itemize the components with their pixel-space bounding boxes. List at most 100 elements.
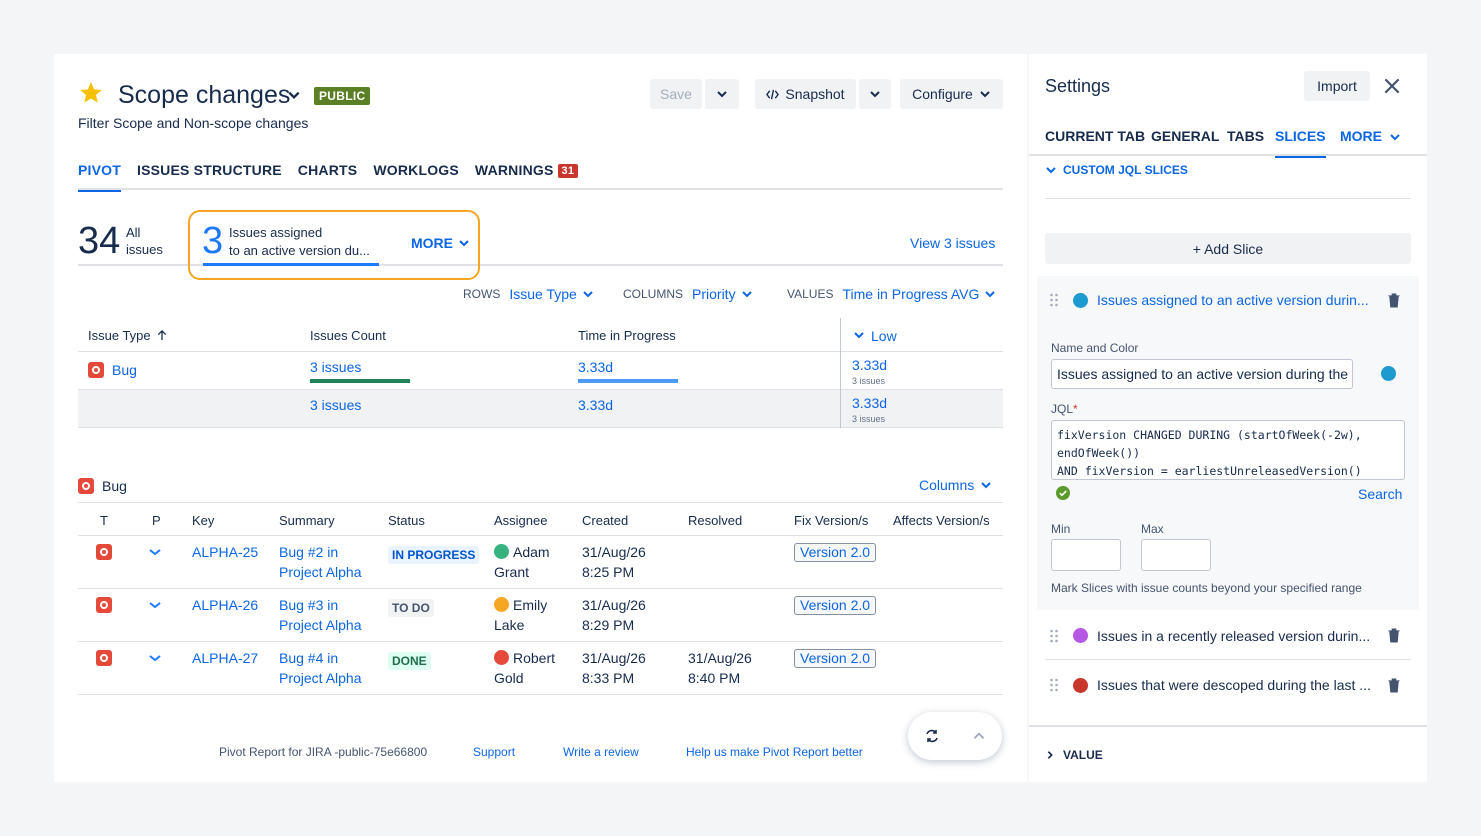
trash-icon[interactable] <box>1387 292 1401 308</box>
tab-warnings[interactable]: WARNINGS 31 <box>474 162 579 190</box>
chevron-up-icon[interactable] <box>972 729 986 743</box>
min-input[interactable] <box>1051 539 1121 571</box>
slice-item-2[interactable]: Issues in a recently released version du… <box>1045 612 1411 660</box>
pivot-time-link[interactable]: 3.33d <box>578 359 613 375</box>
values-selector[interactable]: VALUES Time in Progress AVG <box>787 286 996 302</box>
values-label: VALUES <box>787 287 834 301</box>
slice-item-3[interactable]: Issues that were descoped during the las… <box>1045 661 1411 709</box>
all-issues-count[interactable]: 34 <box>78 220 120 263</box>
fix-version-tag[interactable]: Version 2.0 <box>794 649 877 668</box>
snapshot-button[interactable]: Snapshot <box>755 79 856 109</box>
issue-key-link[interactable]: ALPHA-27 <box>192 648 258 668</box>
slice-name: Issues that were descoped during the las… <box>1097 677 1371 693</box>
all-label-line2: issues <box>126 242 163 257</box>
slice-name-input[interactable]: Issues assigned to an active version dur… <box>1051 359 1353 389</box>
chevron-down-icon[interactable] <box>287 88 301 102</box>
custom-jql-slices-toggle[interactable]: CUSTOM JQL SLICES <box>1045 163 1188 177</box>
snapshot-dropdown-button[interactable] <box>859 79 891 109</box>
issue-row[interactable]: ALPHA-25 Bug #2 in Project Alpha IN PROGRES… <box>78 536 1003 589</box>
avatar <box>494 597 509 612</box>
status-badge: TO DO <box>388 599 434 617</box>
close-icon[interactable] <box>1381 75 1403 97</box>
created-cell: 31/Aug/26 8:25 PM <box>582 542 646 582</box>
slice-issues-label[interactable]: Issues assigned to an active version du.… <box>229 224 379 260</box>
time-bar-track <box>578 379 678 383</box>
pivot-low-cell[interactable]: 3.33d 3 issues <box>852 358 887 388</box>
trash-icon[interactable] <box>1387 628 1401 643</box>
assignee-cell: Adam Grant <box>494 542 550 582</box>
tab-warnings-label: WARNINGS <box>474 162 554 178</box>
total-low-sub: 3 issues <box>852 414 886 424</box>
jql-textarea[interactable]: fixVersion CHANGED DURING (startOfWeek(-… <box>1051 420 1405 480</box>
slice-color-picker[interactable] <box>1381 366 1396 381</box>
col-created[interactable]: Created <box>582 513 628 528</box>
slice-name: Issues assigned to an active version dur… <box>1097 292 1369 308</box>
total-time-link[interactable]: 3.33d <box>578 397 613 413</box>
view-issues-link[interactable]: View 3 issues <box>910 235 995 251</box>
footer-support-link[interactable]: Support <box>473 745 515 759</box>
jql-search-link[interactable]: Search <box>1358 486 1402 502</box>
col-key[interactable]: Key <box>192 513 214 528</box>
avatar <box>494 544 509 559</box>
value-section-toggle[interactable]: VALUE <box>1045 748 1103 762</box>
refresh-icon[interactable] <box>924 728 940 744</box>
footer-feedback-link[interactable]: Help us make Pivot Report better <box>686 745 863 759</box>
tab-tabs[interactable]: TABS <box>1227 128 1264 156</box>
fix-version-tag[interactable]: Version 2.0 <box>794 596 877 615</box>
slice-item-1[interactable]: Issues assigned to an active version dur… <box>1049 276 1411 324</box>
columns-button[interactable]: Columns <box>919 477 992 493</box>
total-low-cell[interactable]: 3.33d 3 issues <box>852 396 887 426</box>
values-value: Time in Progress AVG <box>842 286 980 302</box>
issue-row[interactable]: ALPHA-27 Bug #4 in Project Alpha DONE Robert… <box>78 642 1003 695</box>
issue-summary-link[interactable]: Bug #3 in Project Alpha <box>279 595 362 635</box>
issue-key-link[interactable]: ALPHA-25 <box>192 542 258 562</box>
issue-row[interactable]: ALPHA-26 Bug #3 in Project Alpha TO DO Emily… <box>78 589 1003 642</box>
chevron-down-icon <box>981 482 991 489</box>
drag-handle-icon[interactable] <box>1049 629 1059 643</box>
drag-handle-icon[interactable] <box>1049 293 1059 307</box>
columns-label: Columns <box>919 477 975 493</box>
trash-icon[interactable] <box>1387 677 1401 693</box>
more-slices-button[interactable]: MORE <box>411 235 470 251</box>
tab-issues-structure[interactable]: ISSUES STRUCTURE <box>137 162 282 190</box>
issue-key-link[interactable]: ALPHA-26 <box>192 595 258 615</box>
tab-general[interactable]: GENERAL <box>1151 128 1219 156</box>
rows-label: ROWS <box>463 287 501 301</box>
tab-pivot[interactable]: PIVOT <box>78 162 122 192</box>
save-button[interactable]: Save <box>650 79 702 109</box>
pivot-count-link[interactable]: 3 issues <box>310 359 361 375</box>
star-icon[interactable] <box>78 80 104 106</box>
add-slice-button[interactable]: + Add Slice <box>1045 233 1411 264</box>
pivot-header-low[interactable]: Low <box>853 328 897 344</box>
col-type[interactable]: T <box>100 513 108 528</box>
col-affects-version[interactable]: Affects Version/s <box>893 513 990 528</box>
tab-more[interactable]: MORE <box>1340 128 1401 156</box>
col-summary[interactable]: Summary <box>279 513 335 528</box>
col-resolved[interactable]: Resolved <box>688 513 742 528</box>
columns-selector[interactable]: COLUMNS Priority <box>623 286 753 302</box>
issues-table-body: ALPHA-25 Bug #2 in Project Alpha IN PROGRES… <box>78 536 1003 695</box>
footer-review-link[interactable]: Write a review <box>563 745 639 759</box>
col-assignee[interactable]: Assignee <box>494 513 547 528</box>
slice-issues-count[interactable]: 3 <box>202 220 223 263</box>
jql-label-text: JQL <box>1051 402 1074 416</box>
tab-charts[interactable]: CHARTS <box>298 162 358 190</box>
import-button[interactable]: Import <box>1304 71 1370 101</box>
rows-selector[interactable]: ROWS Issue Type <box>463 286 594 302</box>
fix-version-tag[interactable]: Version 2.0 <box>794 543 877 562</box>
tab-slices[interactable]: SLICES <box>1275 128 1326 158</box>
issue-summary-link[interactable]: Bug #4 in Project Alpha <box>279 648 362 688</box>
issue-summary-link[interactable]: Bug #2 in Project Alpha <box>279 542 362 582</box>
pivot-header-issue-type[interactable]: Issue Type <box>88 328 167 343</box>
col-priority[interactable]: P <box>152 513 161 528</box>
total-count-link[interactable]: 3 issues <box>310 397 361 413</box>
tab-current-tab[interactable]: CURRENT TAB <box>1045 128 1145 156</box>
pivot-row-type[interactable]: Bug <box>88 362 137 378</box>
col-status[interactable]: Status <box>388 513 425 528</box>
save-dropdown-button[interactable] <box>705 79 739 109</box>
tab-worklogs[interactable]: WORKLOGS <box>373 162 459 190</box>
configure-button[interactable]: Configure <box>900 79 1003 109</box>
col-fix-version[interactable]: Fix Version/s <box>794 513 868 528</box>
max-input[interactable] <box>1141 539 1211 571</box>
drag-handle-icon[interactable] <box>1049 678 1059 692</box>
